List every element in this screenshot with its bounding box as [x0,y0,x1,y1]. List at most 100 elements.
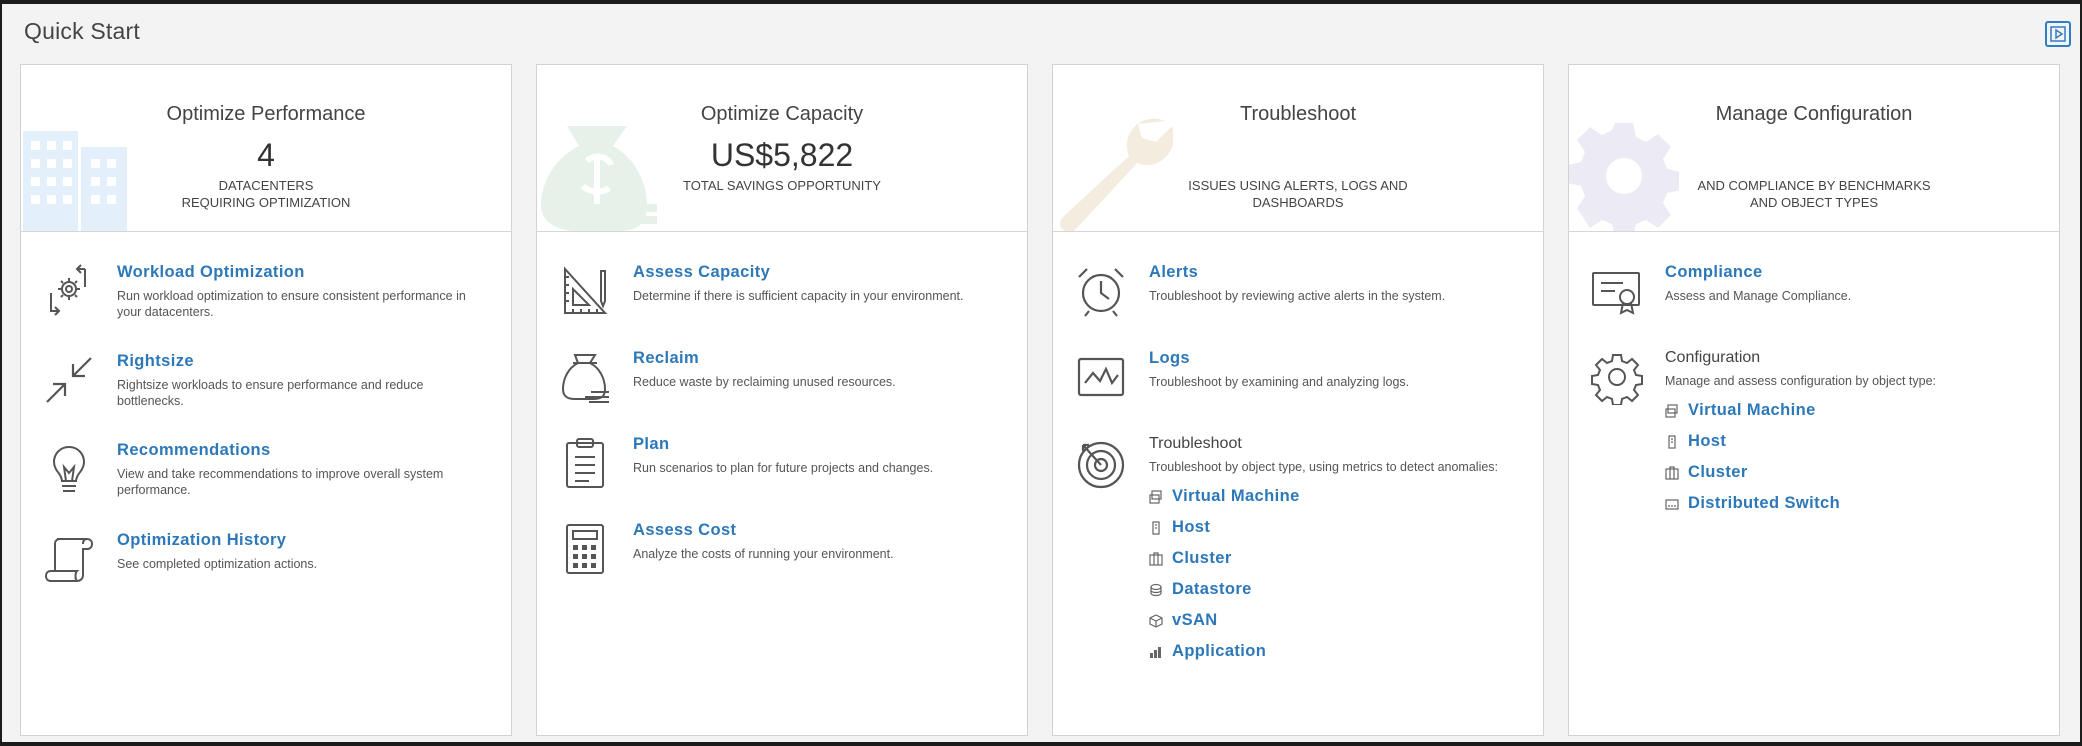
item-description: Manage and assess configuration by objec… [1665,374,1937,388]
card-header: Troubleshoot ISSUES USING ALERTS, LOGS A… [1053,65,1543,232]
open-panel-button[interactable] [2045,21,2071,47]
gear-icon [1589,349,1645,406]
card-subtitle-line1: AND COMPLIANCE BY BENCHMARKS [1697,178,1931,193]
card-title: Troubleshoot [1240,103,1356,125]
card-subtitle-line2: REQUIRING OPTIMIZATION [181,195,351,210]
plan-link[interactable]: Plan [633,435,1007,454]
card-subtitle-line2: AND OBJECT TYPES [1749,195,1879,210]
datastore-icon [1149,583,1163,597]
item-description: Assess and Manage Compliance. [1665,289,1852,303]
object-type-host[interactable]: Host [1149,512,1523,543]
log-chart-icon [1073,349,1129,405]
alarm-clock-icon [1073,263,1129,319]
virtual-machine-icon [1665,403,1679,418]
card-subtitle: AND COMPLIANCE BY BENCHMARKS AND OBJECT … [1569,177,2059,211]
card-title: Optimize Performance [166,103,366,125]
card-subtitle: TOTAL SAVINGS OPPORTUNITY [537,177,1027,194]
item-description: Rightsize workloads to ensure performanc… [117,378,424,408]
item-description: Run scenarios to plan for future project… [633,461,934,475]
play-icon [2050,26,2066,42]
object-type-distributed-switch[interactable]: Distributed Switch [1665,488,2039,519]
money-bag-icon [557,349,613,405]
card-subtitle-line1: ISSUES USING ALERTS, LOGS AND [1188,178,1408,193]
certificate-icon [1589,263,1645,319]
object-type-label: Host [1172,518,1211,536]
cluster-icon [1149,551,1163,566]
total-savings-value: US$5,822 [710,137,854,173]
wrench-icon [1060,118,1173,231]
logs-link[interactable]: Logs [1149,349,1523,368]
object-type-cluster[interactable]: Cluster [1149,543,1523,574]
card-subtitle: ISSUES USING ALERTS, LOGS AND DASHBOARDS [1053,177,1543,211]
application-icon [1149,645,1163,659]
card-subtitle-line1: DATACENTERS [218,178,314,193]
gear-icon [1569,123,1679,231]
cluster-icon [1665,465,1679,480]
ruler-triangle-icon [557,263,613,319]
object-type-list: Virtual Machine Host Cluster Datastore v… [1149,481,1523,667]
scroll-icon [41,531,97,587]
lightbulb-icon [41,441,97,497]
troubleshoot-label: Troubleshoot [1149,435,1242,452]
item-description: Reduce waste by reclaiming unused resour… [633,375,896,389]
item-description: View and take recommendations to improve… [117,467,444,497]
card-header: Manage Configuration AND COMPLIANCE BY B… [1569,65,2059,232]
object-type-label: Host [1688,432,1727,450]
vsan-icon [1149,613,1163,628]
assess-cost-link[interactable]: Assess Cost [633,521,1007,540]
item-description: Determine if there is sufficient capacit… [633,289,964,303]
rightsize-icon [41,352,97,408]
host-icon [1149,520,1163,535]
item-description: Run workload optimization to ensure cons… [117,289,466,319]
object-type-label: Distributed Switch [1688,494,1841,512]
card-header: Optimize Capacity US$5,822 TOTAL SAVINGS… [537,65,1027,232]
item-description: Troubleshoot by examining and analyzing … [1149,375,1410,389]
alerts-link[interactable]: Alerts [1149,263,1523,282]
distributed-switch-icon [1665,497,1679,511]
calculator-icon [557,521,613,577]
workload-optimization-link[interactable]: Workload Optimization [117,263,491,282]
object-type-label: Application [1172,642,1267,660]
object-type-label: Virtual Machine [1172,487,1300,505]
reclaim-link[interactable]: Reclaim [633,349,1007,368]
quick-start-page: Quick Start Optimize Performance 4 DATAC… [0,4,2082,742]
rightsize-link[interactable]: Rightsize [117,352,491,371]
card-optimize-capacity: Optimize Capacity US$5,822 TOTAL SAVINGS… [536,64,1028,736]
card-manage-configuration: Manage Configuration AND COMPLIANCE BY B… [1568,64,2060,736]
configuration-label: Configuration [1665,349,1761,366]
object-type-cluster[interactable]: Cluster [1665,457,2039,488]
host-icon [1665,434,1679,449]
card-title: Manage Configuration [1715,103,1913,125]
card-header: Optimize Performance 4 DATACENTERS REQUI… [21,65,511,232]
item-description: See completed optimization actions. [117,557,318,571]
object-type-label: Cluster [1688,463,1748,481]
object-type-label: Datastore [1172,580,1252,598]
object-type-virtual-machine[interactable]: Virtual Machine [1665,395,2039,426]
object-type-datastore[interactable]: Datastore [1149,574,1523,605]
object-type-virtual-machine[interactable]: Virtual Machine [1149,481,1523,512]
object-type-vsan[interactable]: vSAN [1149,605,1523,636]
item-description: Troubleshoot by object type, using metri… [1149,460,1499,474]
page-title: Quick Start [24,18,140,44]
optimization-history-link[interactable]: Optimization History [117,531,491,550]
recommendations-link[interactable]: Recommendations [117,441,491,460]
item-description: Troubleshoot by reviewing active alerts … [1149,289,1446,303]
object-type-list: Virtual Machine Host Cluster Distributed… [1665,395,2039,519]
virtual-machine-icon [1149,489,1163,504]
item-description: Analyze the costs of running your enviro… [633,547,894,561]
compliance-link[interactable]: Compliance [1665,263,2039,282]
object-type-label: vSAN [1172,611,1218,629]
object-type-label: Virtual Machine [1688,401,1816,419]
target-icon [1073,435,1129,491]
card-subtitle-line2: DASHBOARDS [1252,195,1344,210]
object-type-application[interactable]: Application [1149,636,1523,667]
card-troubleshoot: Troubleshoot ISSUES USING ALERTS, LOGS A… [1052,64,1544,736]
card-title: Optimize Capacity [700,103,864,125]
clipboard-icon [557,435,613,491]
card-subtitle: DATACENTERS REQUIRING OPTIMIZATION [21,177,511,211]
card-subtitle-line1: TOTAL SAVINGS OPPORTUNITY [683,178,881,193]
object-type-label: Cluster [1172,549,1232,567]
assess-capacity-link[interactable]: Assess Capacity [633,263,1007,282]
workload-optimization-icon [41,263,97,319]
object-type-host[interactable]: Host [1665,426,2039,457]
